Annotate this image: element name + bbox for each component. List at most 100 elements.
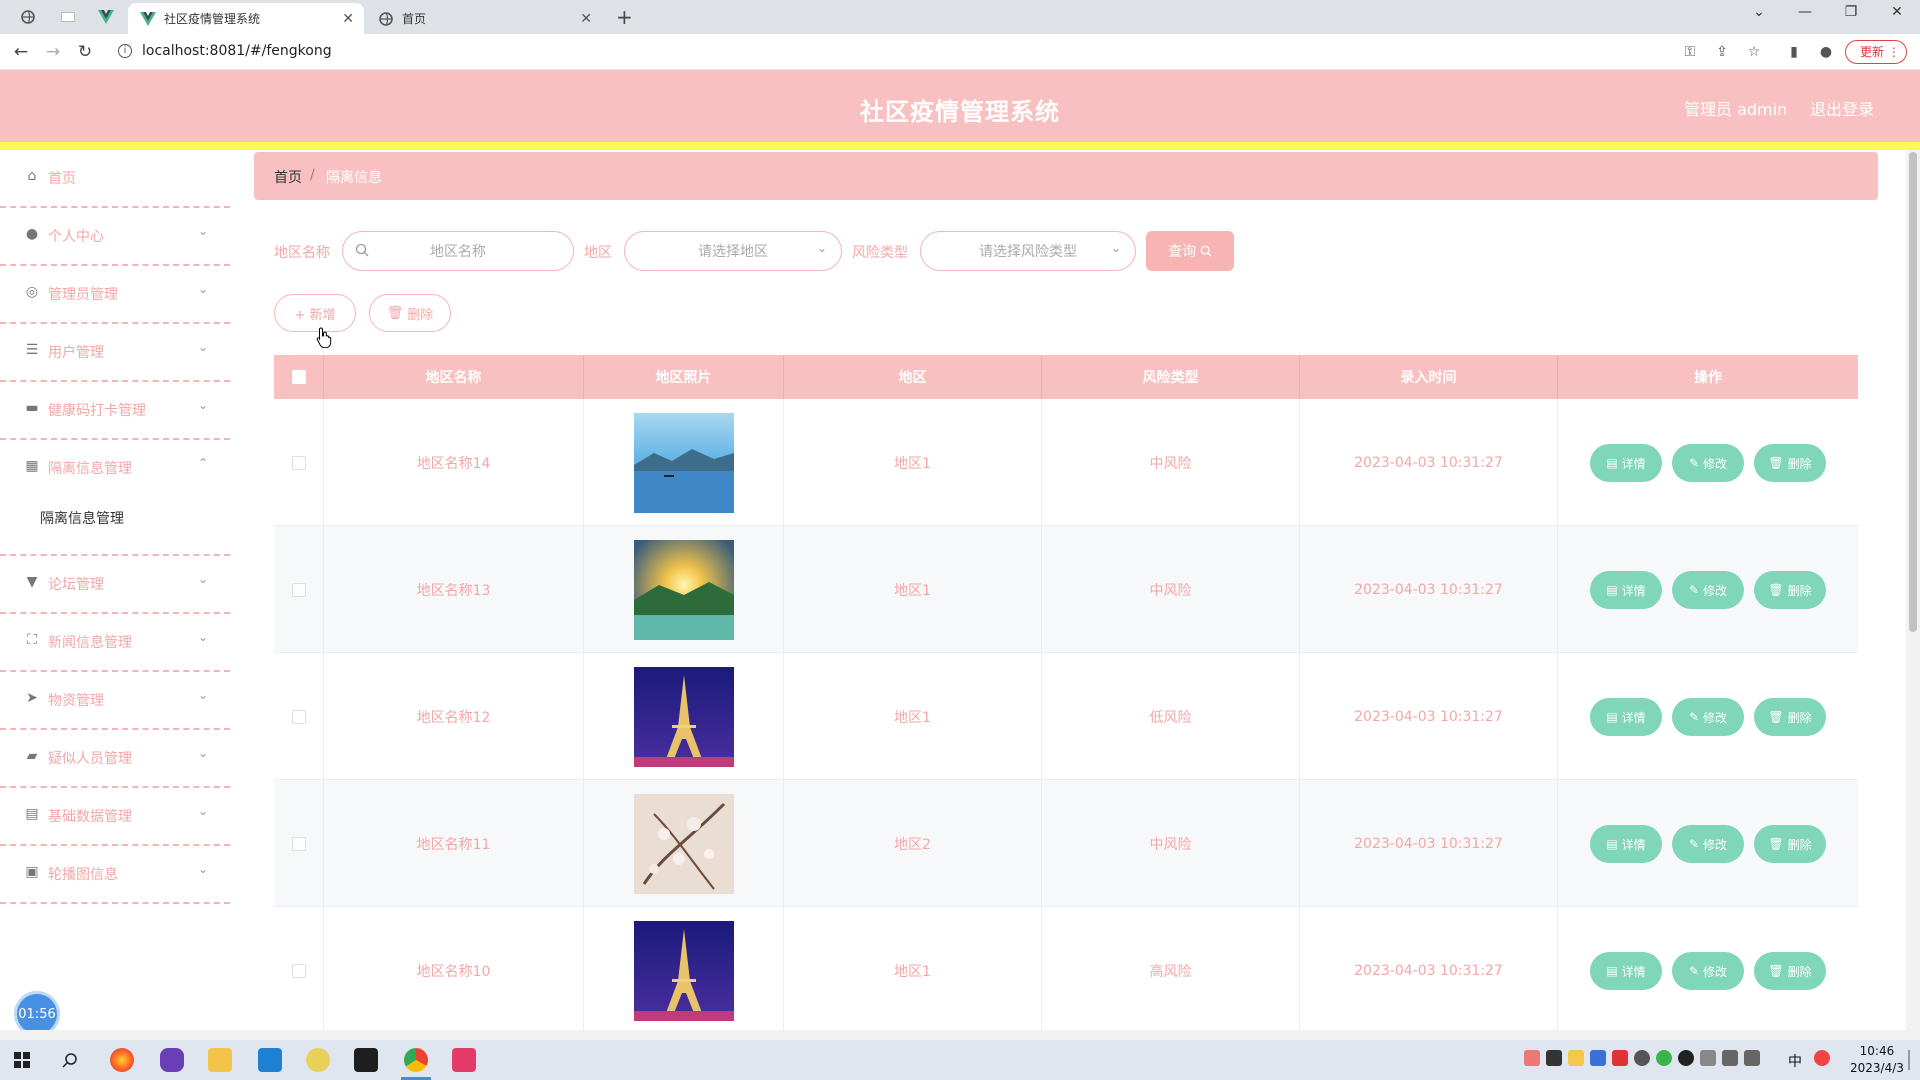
pinned-tab-icon[interactable] <box>16 6 40 28</box>
qq-icon[interactable] <box>1678 1050 1694 1066</box>
sidebar-item-admins[interactable]: ◎ 管理员管理 ⌄ <box>0 266 230 324</box>
profile-icon[interactable]: ● <box>1816 42 1836 62</box>
show-desktop-button[interactable] <box>1908 1050 1910 1070</box>
terminal-icon[interactable] <box>354 1048 378 1072</box>
wechat-icon[interactable] <box>1656 1050 1672 1066</box>
detail-button[interactable]: ▤ 详情 <box>1590 825 1662 863</box>
update-button[interactable]: 更新 ⋮ <box>1845 40 1907 64</box>
tray-shield-icon[interactable] <box>1590 1050 1606 1066</box>
tray-app-icon[interactable] <box>1612 1050 1628 1066</box>
cell-area-photo[interactable] <box>584 907 784 1034</box>
row-checkbox[interactable] <box>291 836 306 851</box>
taskbar-search-icon[interactable] <box>62 1052 78 1068</box>
file-explorer-icon[interactable] <box>208 1048 232 1072</box>
sidebar-item-carousel[interactable]: ▣ 轮播图信息 ⌄ <box>0 846 230 904</box>
breadcrumb-current: 隔离信息 <box>326 170 382 186</box>
row-checkbox[interactable] <box>291 963 306 978</box>
detail-button[interactable]: ▤ 详情 <box>1590 698 1662 736</box>
delete-button[interactable]: 🗑 删除 <box>1754 571 1826 609</box>
add-button[interactable]: + 新增 <box>274 294 356 332</box>
sidepanel-icon[interactable]: ▮ <box>1784 42 1804 62</box>
tray-app-icon[interactable] <box>1634 1050 1650 1066</box>
battery-icon[interactable] <box>1700 1050 1716 1066</box>
name-search-input[interactable]: 地区名称 <box>342 231 574 271</box>
area-select[interactable]: 请选择地区 ⌄ <box>624 231 842 271</box>
query-button[interactable]: 查询 <box>1146 231 1234 271</box>
tray-folder-icon[interactable] <box>1568 1050 1584 1066</box>
delete-button[interactable]: 🗑 删除 <box>1754 952 1826 990</box>
close-window-icon[interactable]: ✕ <box>1882 4 1912 20</box>
pinned-tab-blank-icon[interactable] <box>56 6 80 28</box>
restore-icon[interactable]: ❐ <box>1836 4 1866 20</box>
close-tab-icon[interactable]: ✕ <box>580 11 592 27</box>
sidebar-item-isolation[interactable]: ▦ 隔离信息管理 ⌃ 隔离信息管理 <box>0 440 230 556</box>
minimize-icon[interactable]: — <box>1790 4 1820 20</box>
edit-button[interactable]: ✎ 修改 <box>1672 825 1744 863</box>
row-checkbox[interactable] <box>291 709 306 724</box>
tab-community-system[interactable]: 社区疫情管理系统 ✕ <box>128 3 364 34</box>
risk-select[interactable]: 请选择风险类型 ⌄ <box>920 231 1136 271</box>
volume-icon[interactable] <box>1744 1050 1760 1066</box>
delete-button[interactable]: 🗑 删除 <box>1754 698 1826 736</box>
share-icon[interactable]: ⇪ <box>1712 42 1732 62</box>
site-info-icon[interactable]: i <box>118 44 132 58</box>
star-icon[interactable]: ☆ <box>1744 42 1764 62</box>
tray-app-icon[interactable] <box>1546 1050 1562 1066</box>
chrome-icon[interactable] <box>404 1048 428 1072</box>
sidebar-item-profile[interactable]: ● 个人中心 ⌄ <box>0 208 230 266</box>
detail-button[interactable]: ▤ 详情 <box>1590 571 1662 609</box>
sidebar-item-users[interactable]: ☰ 用户管理 ⌄ <box>0 324 230 382</box>
cell-area-photo[interactable] <box>584 780 784 907</box>
select-all-checkbox[interactable] <box>291 370 306 384</box>
detail-button[interactable]: ▤ 详情 <box>1590 444 1662 482</box>
logout-link[interactable]: 退出登录 <box>1810 96 1874 120</box>
scrollbar-thumb[interactable] <box>1909 152 1917 632</box>
sidebar-item-supplies[interactable]: ➤ 物资管理 ⌄ <box>0 672 230 730</box>
cell-area-photo[interactable] <box>584 399 784 526</box>
tray-app-icon[interactable] <box>1524 1050 1540 1066</box>
vscode-icon[interactable] <box>258 1048 282 1072</box>
cell-area: 地区1 <box>784 526 1042 653</box>
firefox-icon[interactable] <box>110 1048 134 1072</box>
edit-button[interactable]: ✎ 修改 <box>1672 444 1744 482</box>
cell-area-photo[interactable] <box>584 526 784 653</box>
close-tab-icon[interactable]: ✕ <box>342 11 354 27</box>
edit-button[interactable]: ✎ 修改 <box>1672 571 1744 609</box>
app-yellow-icon[interactable] <box>306 1048 330 1072</box>
detail-button[interactable]: ▤ 详情 <box>1590 952 1662 990</box>
sidebar-item-health-code[interactable]: ▬ 健康码打卡管理 ⌄ <box>0 382 230 440</box>
tray-app-icon[interactable] <box>1814 1050 1830 1066</box>
tab-search-icon[interactable]: ⌄ <box>1744 4 1774 20</box>
url-input[interactable]: localhost:8081/#/fengkong <box>142 43 332 59</box>
row-checkbox[interactable] <box>291 455 306 470</box>
windows-start-icon[interactable] <box>14 1052 30 1068</box>
sidebar-item-base-data[interactable]: ▤ 基础数据管理 ⌄ <box>0 788 230 846</box>
horizontal-scrollbar[interactable] <box>0 1030 1906 1040</box>
wifi-icon[interactable] <box>1722 1050 1738 1066</box>
breadcrumb-home[interactable]: 首页 <box>274 167 302 187</box>
delete-button[interactable]: 🗑 删除 <box>1754 444 1826 482</box>
sidebar-item-news[interactable]: ⛶ 新闻信息管理 ⌄ <box>0 614 230 672</box>
edit-button[interactable]: ✎ 修改 <box>1672 952 1744 990</box>
vertical-scrollbar[interactable] <box>1906 150 1920 1040</box>
pinned-tab-vue-icon[interactable] <box>94 6 118 28</box>
ime-indicator[interactable]: 中 <box>1788 1051 1802 1071</box>
delete-button[interactable]: 🗑 删除 <box>1754 825 1826 863</box>
app-purple-icon[interactable] <box>160 1048 184 1072</box>
key-icon[interactable]: ⚿ <box>1680 42 1700 62</box>
new-tab-icon[interactable]: + <box>616 5 633 29</box>
batch-delete-button[interactable]: 🗑 删除 <box>369 294 451 332</box>
row-checkbox[interactable] <box>291 582 306 597</box>
sidebar-item-suspects[interactable]: ▰ 疑似人员管理 ⌄ <box>0 730 230 788</box>
forward-icon[interactable]: → <box>42 41 64 63</box>
sidebar-item-home[interactable]: ⌂ 首页 <box>0 150 230 208</box>
sidebar-subitem-isolation[interactable]: 隔离信息管理 <box>40 508 124 528</box>
sidebar-item-forum[interactable]: ▼ 论坛管理 ⌄ <box>0 556 230 614</box>
edit-button[interactable]: ✎ 修改 <box>1672 698 1744 736</box>
back-icon[interactable]: ← <box>10 41 32 63</box>
reload-icon[interactable]: ↻ <box>74 41 96 63</box>
taskbar-clock[interactable]: 10:46 2023/4/3 <box>1850 1043 1904 1077</box>
tab-home[interactable]: 首页 ✕ <box>366 3 602 34</box>
jetbrains-icon[interactable] <box>452 1048 476 1072</box>
cell-area-photo[interactable] <box>584 653 784 780</box>
